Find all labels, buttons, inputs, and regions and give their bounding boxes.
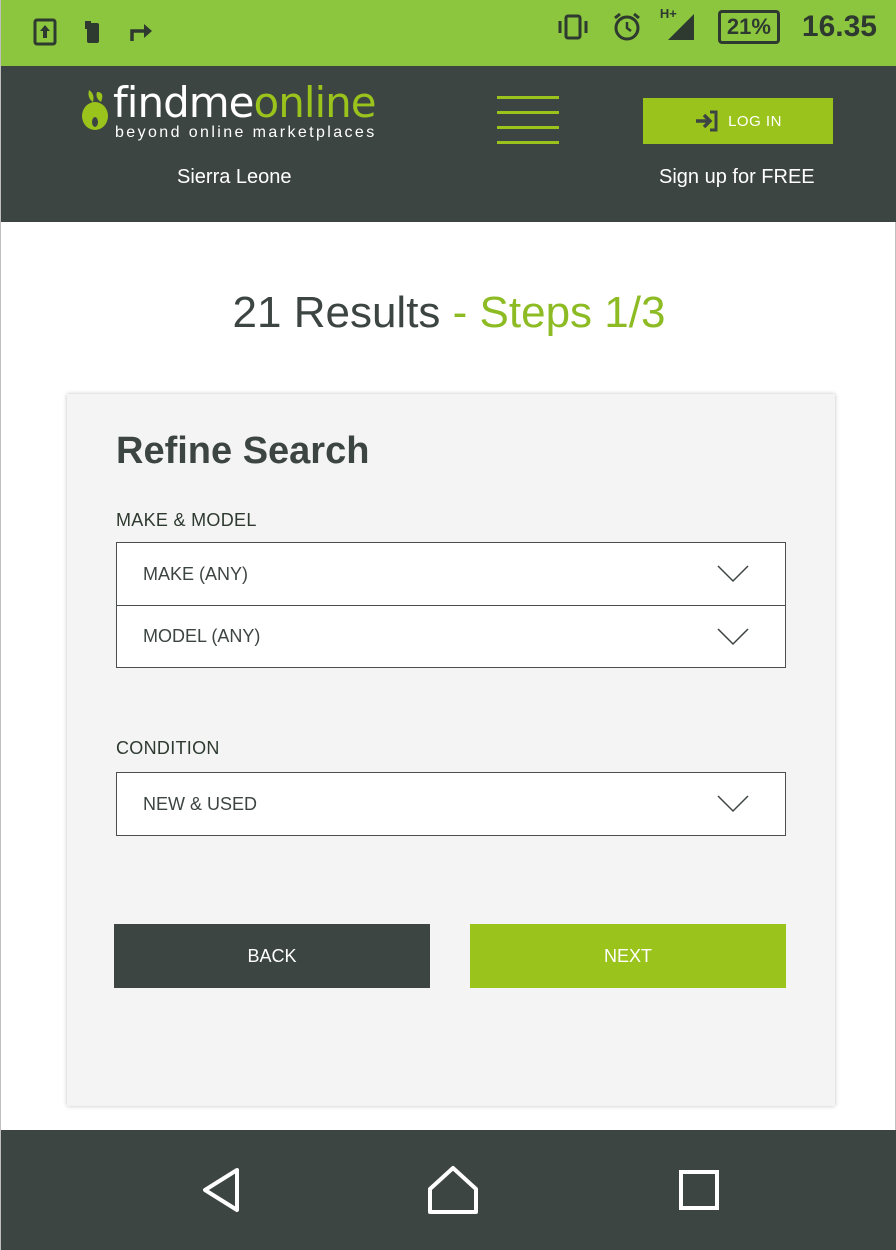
- forward-icon: [129, 21, 155, 43]
- country-selector[interactable]: Sierra Leone: [177, 166, 292, 189]
- logo-wordmark: findmeonline: [113, 78, 377, 127]
- chevron-down-icon: [717, 565, 749, 583]
- phone-icon: [83, 19, 103, 45]
- menu-icon[interactable]: [497, 96, 559, 144]
- results-heading: 21 Results - Steps 1/3: [1, 288, 896, 338]
- condition-value: NEW & USED: [143, 793, 258, 814]
- signal-icon: H+: [660, 6, 696, 42]
- back-button[interactable]: BACK: [114, 924, 430, 988]
- steps-indicator: - Steps 1/3: [440, 288, 666, 337]
- vibrate-icon: [556, 13, 590, 41]
- upload-icon: [33, 18, 57, 46]
- logo[interactable]: findmeonline beyond online marketplaces: [79, 78, 419, 144]
- model-value: MODEL (ANY): [143, 626, 261, 646]
- condition-select[interactable]: NEW & USED: [117, 773, 785, 835]
- login-button[interactable]: LOG IN: [643, 98, 833, 144]
- logo-tagline: beyond online marketplaces: [115, 124, 377, 141]
- logo-fruit-icon: [82, 90, 108, 130]
- refine-search-title: Refine Search: [116, 430, 370, 472]
- login-label: LOG IN: [728, 112, 782, 130]
- home-nav-icon[interactable]: [421, 1158, 485, 1222]
- refine-search-card: Refine Search MAKE & MODEL MAKE (ANY) MO…: [67, 394, 835, 1106]
- make-model-label: MAKE & MODEL: [116, 510, 257, 530]
- system-nav-bar: [1, 1130, 896, 1250]
- make-model-group: MAKE (ANY) MODEL (ANY): [116, 542, 786, 668]
- status-bar: H+ 21% 16.35: [1, 0, 896, 66]
- signup-link[interactable]: Sign up for FREE: [659, 166, 815, 189]
- next-button[interactable]: NEXT: [470, 924, 786, 988]
- condition-label: CONDITION: [116, 738, 220, 758]
- make-value: MAKE (ANY): [143, 563, 249, 584]
- battery-indicator: 21%: [717, 10, 780, 44]
- app-header: findmeonline beyond online marketplaces …: [1, 66, 896, 222]
- back-nav-icon[interactable]: [189, 1158, 253, 1222]
- make-select[interactable]: MAKE (ANY): [117, 543, 785, 605]
- condition-group: NEW & USED: [116, 772, 786, 836]
- chevron-down-icon: [717, 628, 749, 646]
- alarm-icon: [612, 12, 642, 42]
- results-count: 21 Results: [232, 288, 441, 337]
- chevron-down-icon: [717, 795, 749, 813]
- login-icon: [696, 110, 718, 132]
- clock: 16.35: [801, 10, 877, 43]
- model-select[interactable]: MODEL (ANY): [117, 605, 785, 667]
- recents-nav-icon[interactable]: [667, 1158, 731, 1222]
